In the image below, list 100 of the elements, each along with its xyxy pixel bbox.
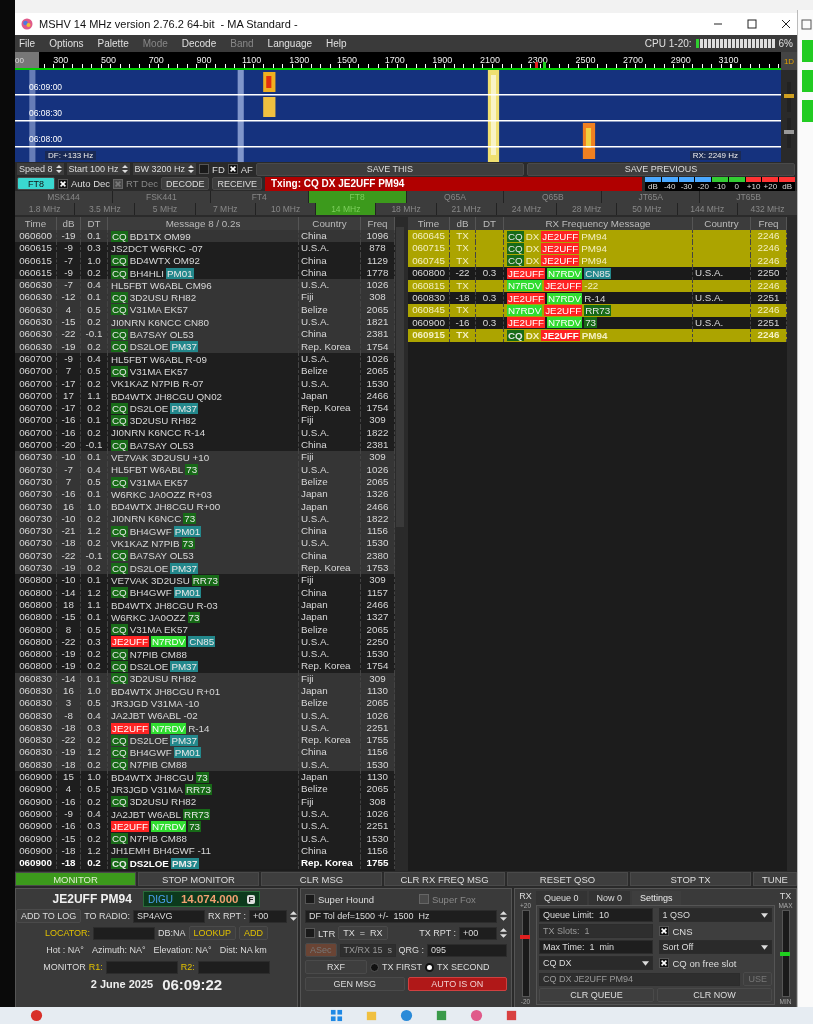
queue-tab[interactable]: Settings — [632, 891, 681, 905]
lookup-button[interactable]: LOOKUP — [188, 926, 237, 940]
table-row[interactable]: 060730 -18 0.2 VK1KAZ N7PIB 73 U.S.A. 1530 — [15, 537, 395, 550]
checkbox-label: FD — [212, 163, 225, 175]
max-time-spinner[interactable]: Max Time: 1 min — [539, 940, 653, 954]
table-row[interactable]: 060600 -19 0.1 CQ BD1TX OM99 China 1096 — [15, 230, 395, 243]
queue-tab[interactable]: Queue 0 — [536, 891, 587, 905]
speed-spinner[interactable]: Speed 8 — [17, 163, 64, 175]
table-row[interactable]: 060730 -21 1.2 CQ BH4GWF PM01 China 1156 — [15, 525, 395, 538]
start-spinner[interactable]: Start 100 Hz — [66, 163, 130, 175]
menu-item[interactable]: Help — [326, 38, 347, 49]
cq-tag: CQ — [111, 562, 128, 574]
radio-button[interactable] — [370, 962, 379, 972]
time-marker: 06:08:00 — [29, 134, 63, 144]
radio-button[interactable] — [425, 962, 434, 972]
queue-tab[interactable]: Now 0 — [588, 891, 631, 905]
input-field[interactable]: 095 — [427, 943, 507, 957]
table-row[interactable]: 060845 TX N7RDV JE2UFF RR73 2246 — [408, 304, 787, 317]
checkbox[interactable] — [305, 894, 315, 904]
cq-type-dropdown[interactable]: CQ DX — [539, 956, 653, 970]
table-row[interactable]: 060630 -7 0.4 HL5FBT W6ABL CM96 U.S.A. 1026 — [15, 279, 395, 292]
app-icon[interactable] — [470, 1009, 483, 1022]
action-button[interactable]: TUNE — [753, 872, 797, 886]
own-call-tag: JE2UFF — [111, 820, 149, 832]
action-button[interactable]: CLR MSG — [261, 872, 382, 886]
table-cell: China — [299, 254, 361, 267]
add-to-log-button[interactable]: ADD TO LOG — [16, 909, 82, 923]
table-row[interactable]: 060630 -12 0.1 CQ 3D2USU RH82 Fiji 308 — [15, 291, 395, 304]
qso-dropdown[interactable]: 1 QSO — [658, 908, 772, 922]
caret-icon[interactable] — [641, 960, 649, 966]
tolerance-spinner[interactable]: DF Tol def=1500 +/- 1500 Hz — [305, 909, 497, 923]
decode-button[interactable]: DECODE — [160, 177, 210, 190]
rxf-button[interactable]: RXF — [305, 960, 367, 974]
vertical-scrollbar[interactable] — [787, 217, 797, 871]
menu-item[interactable]: Palette — [97, 38, 129, 49]
checkbox[interactable] — [658, 926, 669, 936]
start-icon[interactable] — [330, 1009, 343, 1022]
app-icon[interactable] — [505, 1009, 518, 1022]
table-row[interactable]: 060630 -15 0.2 JI0NRN K6NCC CN80 U.S.A. 1821 — [15, 316, 395, 329]
table-row[interactable]: 060645 TX CQ DX JE2UFF PM94 2246 — [408, 230, 787, 243]
clear-now-button[interactable]: CLR NOW — [657, 988, 772, 1002]
menu-item[interactable]: File — [19, 38, 36, 49]
save-previous-button[interactable]: SAVE PREVIOUS — [526, 162, 795, 176]
table-row[interactable]: 060730 -10 0.1 VE7VAK 3D2USU +10 Fiji 309 — [15, 451, 395, 464]
menu-item[interactable]: Decode — [181, 38, 217, 49]
table-row[interactable]: 060630 -22 -0.1 CQ BA7SAY OL53 China 2381 — [15, 328, 395, 341]
checkbox[interactable] — [658, 958, 669, 968]
spin-arrows-icon[interactable] — [500, 926, 507, 940]
action-button[interactable]: STOP TX — [630, 872, 751, 886]
queue-limit-spinner[interactable]: Queue Limit: 10 — [539, 908, 653, 922]
checkbox[interactable] — [305, 928, 315, 938]
clear-queue-button[interactable]: CLR QUEUE — [539, 988, 654, 1002]
gen-msg-button[interactable]: GEN MSG — [305, 977, 405, 991]
bandwidth-spinner[interactable]: BW 3200 Hz — [132, 163, 197, 175]
app-icon[interactable] — [435, 1009, 448, 1022]
add-button[interactable]: ADD — [239, 926, 269, 940]
report-spinner[interactable]: +00 — [248, 909, 287, 923]
table-cell: U.S.A. — [695, 291, 724, 303]
vertical-scrollbar[interactable] — [395, 217, 405, 871]
spin-arrows-icon[interactable] — [500, 909, 507, 923]
mode-button[interactable]: FT8 — [17, 177, 55, 190]
caret-icon[interactable] — [761, 912, 768, 918]
table-row[interactable]: 060915 TX CQ DX JE2UFF PM94 2246 — [408, 329, 787, 342]
table-row[interactable]: 060715 TX CQ DX JE2UFF PM94 2246 — [408, 242, 787, 255]
table-row[interactable]: 060830 -22 0.2 CQ DS2LOE PM37 Rep. Korea 1755 — [15, 734, 395, 747]
close-icon[interactable] — [781, 19, 791, 29]
auto-button[interactable]: AUTO IS ON — [407, 977, 507, 991]
menu-item[interactable]: Language — [267, 38, 313, 49]
checkbox[interactable] — [227, 164, 238, 174]
app-icon[interactable] — [30, 1009, 43, 1022]
receive-button[interactable]: RECEIVE — [212, 177, 262, 190]
table-row[interactable]: 060830 3 0.5 JR3JGD V31MA -10 Belize 2065 — [15, 697, 395, 710]
action-button[interactable]: STOP MONITOR — [138, 872, 259, 886]
meter-scale-label: -30 — [680, 181, 693, 191]
checkbox[interactable] — [199, 164, 210, 174]
table-row[interactable]: 060730 -19 0.2 CQ DS2LOE PM37 Rep. Korea 1753 — [15, 562, 395, 575]
input-field[interactable] — [197, 960, 270, 974]
report-spinner[interactable]: +00 — [459, 926, 497, 940]
input-field[interactable]: SP4AVG — [133, 909, 206, 923]
spin-arrows-icon[interactable] — [289, 909, 297, 923]
slider-drawing[interactable] — [782, 80, 796, 150]
display-mode-label[interactable]: 1D — [781, 52, 797, 70]
sort-dropdown[interactable]: Sort Off — [658, 940, 772, 954]
table-cell: 060900 — [15, 832, 57, 845]
maximize-icon[interactable] — [747, 19, 757, 29]
caret-icon[interactable] — [761, 944, 768, 950]
table-row[interactable]: 060830 -19 1.2 CQ BH4GWF PM01 China 1156 — [15, 746, 395, 759]
action-button[interactable]: RESET QSO — [507, 872, 628, 886]
rx-slider[interactable] — [521, 910, 530, 997]
menu-item[interactable]: Options — [49, 38, 84, 49]
input-field[interactable] — [93, 926, 156, 940]
save-this-button[interactable]: SAVE THIS — [255, 162, 524, 176]
table-row[interactable]: 060730 -16 0.1 W6RKC JA0OZZ R+03 Japan 1326 — [15, 488, 395, 501]
app-icon[interactable] — [400, 1009, 413, 1022]
cq-tag: CQ — [507, 329, 524, 341]
input-field[interactable] — [105, 960, 178, 974]
checkbox[interactable] — [58, 178, 68, 189]
tx-equals-rx-button[interactable]: TX = RX — [338, 926, 388, 940]
tx-slider[interactable] — [781, 910, 790, 997]
action-button[interactable]: CLR RX FREQ MSG — [384, 872, 505, 886]
